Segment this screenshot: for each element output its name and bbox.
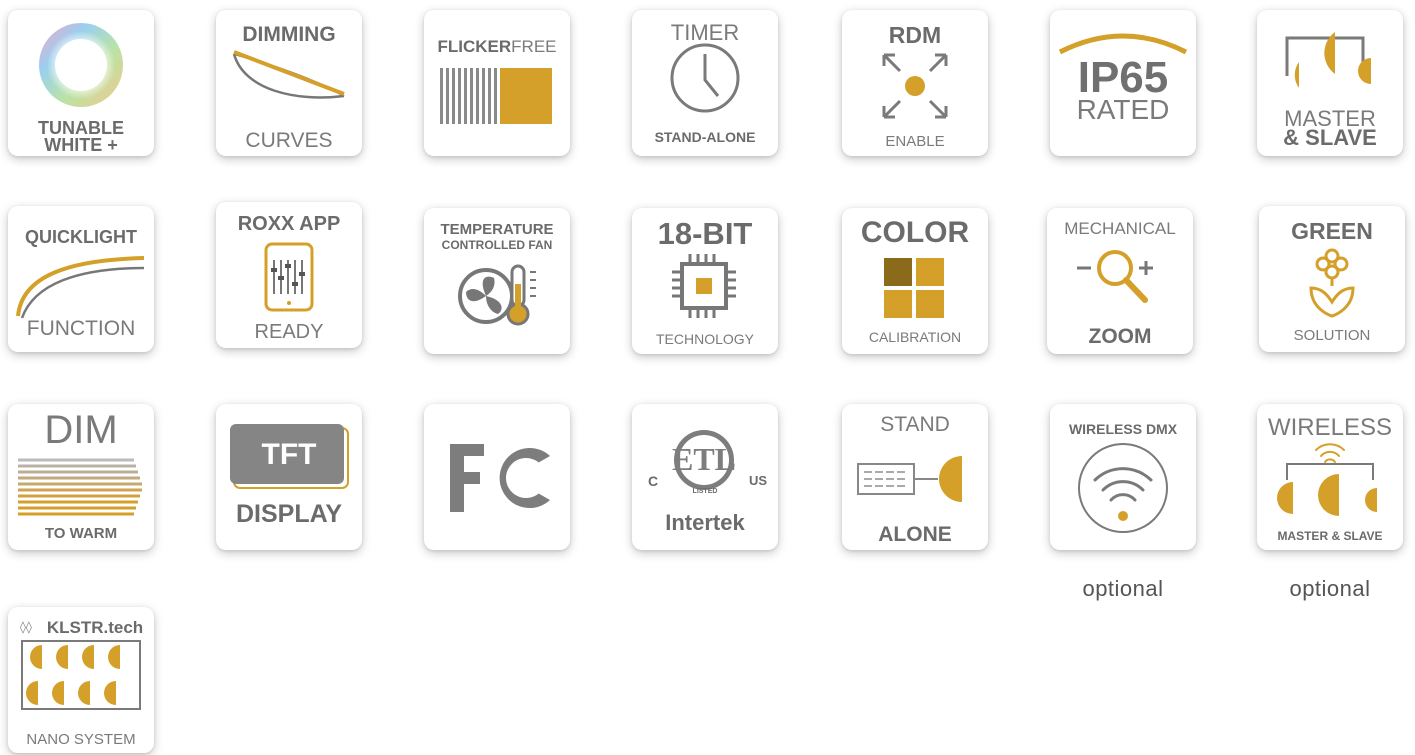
flicker-bars-icon — [440, 68, 552, 124]
tile-line-2: ENABLE — [885, 133, 945, 150]
tile-flicker-free: FLICKERFREE — [424, 10, 570, 156]
tile-line-1: STAND — [880, 413, 950, 436]
tile-dim-to-warm: DIM TO WARM — [8, 404, 154, 550]
etl-us-mark: US — [748, 473, 768, 488]
tile-line-2: TO WARM — [44, 525, 118, 542]
tile-rdm: RDM ENABLE — [842, 10, 988, 156]
tile-line-2: ZOOM — [1088, 325, 1152, 348]
tile-line-1: ROXX APP — [237, 213, 341, 235]
tile-line-1: DIMMING — [242, 23, 336, 46]
tile-quicklight: QUICKLIGHT FUNCTION — [8, 206, 154, 352]
tile-fcc — [424, 404, 570, 550]
tile-line-2: MASTER & SLAVE — [1277, 529, 1383, 543]
tile-line-2: DISPLAY — [235, 500, 343, 528]
tile-line-1: WIRELESS — [1267, 414, 1393, 441]
tile-master-slave: MASTER & SLAVE — [1257, 10, 1403, 156]
tile-line-1: TEMPERATURE — [440, 221, 554, 238]
tile-line-2: TECHNOLOGY — [655, 331, 754, 347]
tile-line-2: WHITE + — [44, 135, 118, 155]
tile-roxx-app: ROXX APP READY — [216, 202, 362, 348]
tile-line-1: GREEN — [1291, 218, 1373, 244]
tile-green-solution: GREEN SOLUTION — [1259, 206, 1405, 352]
tile-wireless-dmx: WIRELESS DMX — [1050, 404, 1196, 550]
tile-timer: TIMER STAND-ALONE — [632, 10, 778, 156]
tile-line-2: & SLAVE — [1283, 125, 1377, 150]
tile-temperature-fan: TEMPERATURE CONTROLLED FAN — [424, 208, 570, 354]
tile-etl: ETL C US LISTED Intertek — [632, 404, 778, 550]
etl-listed-mark: LISTED — [692, 488, 718, 495]
tile-line-2: RATED — [1076, 94, 1170, 125]
tile-line-2: CALIBRATION — [868, 329, 962, 345]
tile-color-calibration: COLOR CALIBRATION — [842, 208, 988, 354]
tile-line-1: 18-BIT — [657, 216, 753, 251]
tile-line-2: NANO SYSTEM — [26, 731, 136, 748]
tft-screen-icon — [230, 424, 349, 489]
tile-line-1: COLOR — [860, 216, 970, 249]
tile-mechanical-zoom: MECHANICAL ZOOM — [1047, 208, 1193, 354]
tile-line-1: KLSTR.tech — [46, 618, 144, 637]
tile-line-2: STAND-ALONE — [654, 129, 756, 145]
tile-line-1: QUICKLIGHT — [25, 227, 137, 247]
tile-line-1: RDM — [888, 22, 942, 48]
tile-line-2: CONTROLLED FAN — [441, 238, 553, 252]
tile-tunable-white: TUNABLE WHITE + — [8, 10, 154, 156]
tile-tft-display: TFT DISPLAY — [216, 404, 362, 550]
tile-klstr-nano: ◊◊ KLSTR.tech NANO SYSTEM — [8, 607, 154, 753]
tile-line-2: READY — [254, 321, 324, 343]
tile-line-2: CURVES — [245, 129, 333, 152]
tile-line-1: TIMER — [670, 20, 740, 45]
tile-line-1: DIM — [44, 408, 118, 452]
tile-line-2: ALONE — [878, 523, 952, 546]
optional-note-wireless-dmx: optional — [1082, 576, 1164, 601]
tile-line-1: MECHANICAL — [1064, 219, 1176, 238]
tile-line-4: Intertek — [665, 510, 745, 535]
fcc-logo-icon — [450, 444, 550, 512]
tile-dimming-curves: DIMMING CURVES — [216, 10, 362, 156]
tile-line-2: SOLUTION — [1293, 327, 1371, 344]
tile-stand-alone: STAND ALONE — [842, 404, 988, 550]
tile-wireless-master-slave: WIRELESS MASTER & SLAVE — [1257, 404, 1403, 550]
tile-line-1: WIRELESS DMX — [1068, 421, 1178, 437]
optional-note-wireless-master-slave: optional — [1289, 576, 1371, 601]
tile-18-bit: 18-BIT TECHNOLOGY — [632, 208, 778, 354]
tile-line-2: FUNCTION — [26, 317, 136, 340]
svg-text:ETL: ETL — [672, 441, 736, 477]
tile-ip65: IP65 RATED — [1050, 10, 1196, 156]
tile-line-1: TFT — [261, 438, 317, 471]
